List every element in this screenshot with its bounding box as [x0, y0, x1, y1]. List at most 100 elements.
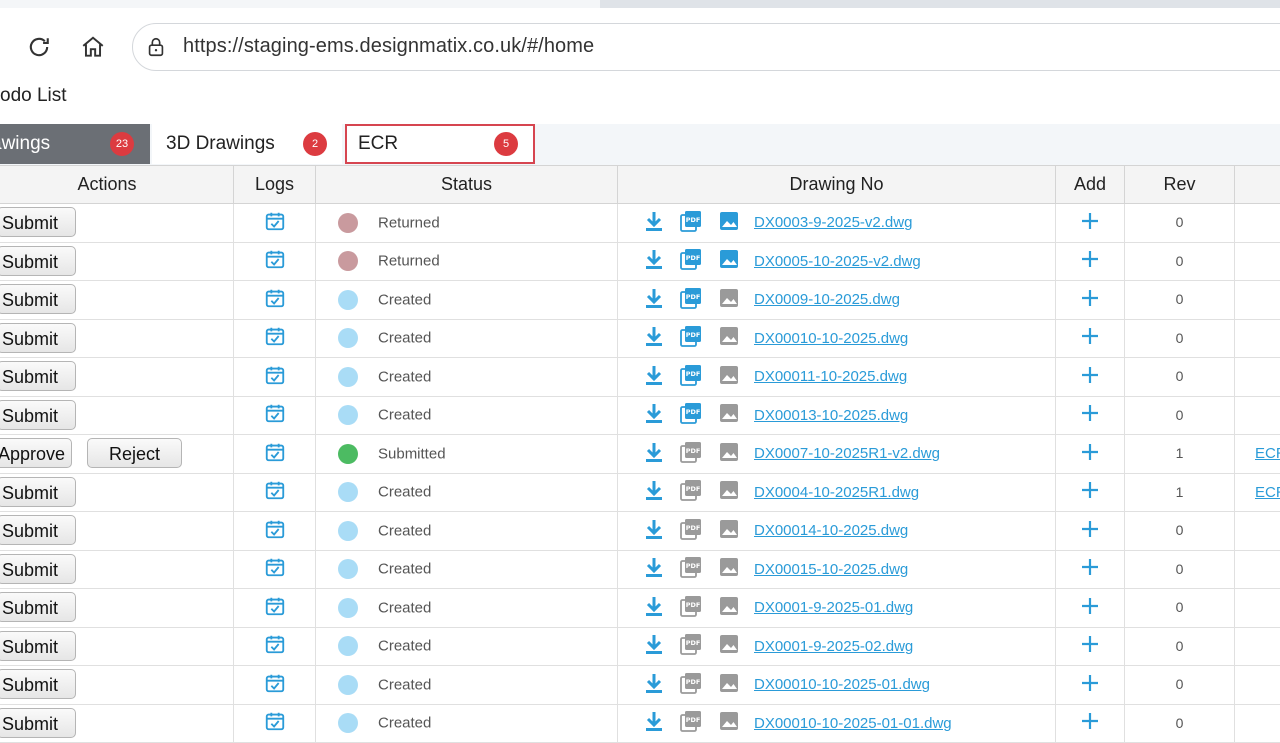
drawing-link[interactable]: DX00010-10-2025-01.dwg	[754, 676, 930, 693]
ecr-link[interactable]: ECR	[1255, 445, 1280, 462]
submit-button[interactable]: Submit	[0, 631, 76, 661]
pdf-icon[interactable]: PDF	[680, 633, 702, 659]
calendar-check-icon[interactable]	[264, 325, 286, 351]
column-header-actions[interactable]: Actions	[0, 166, 234, 204]
add-icon[interactable]	[1081, 712, 1099, 734]
image-icon[interactable]	[718, 441, 740, 467]
calendar-check-icon[interactable]	[264, 479, 286, 505]
calendar-check-icon[interactable]	[264, 518, 286, 544]
download-icon[interactable]	[644, 710, 664, 736]
pdf-icon[interactable]: PDF	[680, 441, 702, 467]
pdf-icon[interactable]: PDF	[680, 595, 702, 621]
add-icon[interactable]	[1081, 481, 1099, 503]
drawing-link[interactable]: DX0001-9-2025-01.dwg	[754, 599, 913, 616]
image-icon[interactable]	[718, 710, 740, 736]
submit-button[interactable]: Submit	[0, 708, 76, 738]
image-icon[interactable]	[718, 248, 740, 274]
pdf-icon[interactable]: PDF	[680, 518, 702, 544]
drawing-link[interactable]: DX00010-10-2025.dwg	[754, 330, 908, 347]
add-icon[interactable]	[1081, 674, 1099, 696]
pdf-icon[interactable]: PDF	[680, 710, 702, 736]
download-icon[interactable]	[644, 402, 664, 428]
submit-button[interactable]: Submit	[0, 361, 76, 391]
pdf-icon[interactable]: PDF	[680, 210, 702, 236]
add-icon[interactable]	[1081, 250, 1099, 272]
pdf-icon[interactable]: PDF	[680, 364, 702, 390]
pdf-icon[interactable]: PDF	[680, 556, 702, 582]
drawing-link[interactable]: DX0004-10-2025R1.dwg	[754, 484, 919, 501]
image-icon[interactable]	[718, 672, 740, 698]
submit-button[interactable]: Submit	[0, 669, 76, 699]
download-icon[interactable]	[644, 364, 664, 390]
download-icon[interactable]	[644, 518, 664, 544]
image-icon[interactable]	[718, 479, 740, 505]
calendar-check-icon[interactable]	[264, 287, 286, 313]
submit-button[interactable]: Submit	[0, 400, 76, 430]
image-icon[interactable]	[718, 210, 740, 236]
calendar-check-icon[interactable]	[264, 710, 286, 736]
download-icon[interactable]	[644, 248, 664, 274]
submit-button[interactable]: Submit	[0, 207, 76, 237]
column-header-logs[interactable]: Logs	[234, 166, 316, 204]
add-icon[interactable]	[1081, 404, 1099, 426]
image-icon[interactable]	[718, 325, 740, 351]
download-icon[interactable]	[644, 210, 664, 236]
ecr-link[interactable]: ECR	[1255, 484, 1280, 501]
image-icon[interactable]	[718, 595, 740, 621]
column-header-status[interactable]: Status	[316, 166, 618, 204]
download-icon[interactable]	[644, 672, 664, 698]
drawing-link[interactable]: DX00015-10-2025.dwg	[754, 561, 908, 578]
download-icon[interactable]	[644, 287, 664, 313]
submit-button[interactable]: Submit	[0, 592, 76, 622]
column-header-drawing-no[interactable]: Drawing No	[618, 166, 1056, 204]
calendar-check-icon[interactable]	[264, 441, 286, 467]
pdf-icon[interactable]: PDF	[680, 325, 702, 351]
calendar-check-icon[interactable]	[264, 672, 286, 698]
download-icon[interactable]	[644, 556, 664, 582]
calendar-check-icon[interactable]	[264, 364, 286, 390]
download-icon[interactable]	[644, 479, 664, 505]
add-icon[interactable]	[1081, 520, 1099, 542]
add-icon[interactable]	[1081, 597, 1099, 619]
download-icon[interactable]	[644, 595, 664, 621]
submit-button[interactable]: Submit	[0, 246, 76, 276]
drawing-link[interactable]: DX0005-10-2025-v2.dwg	[754, 253, 921, 270]
lock-icon[interactable]	[145, 36, 167, 58]
column-header-rev[interactable]: Rev	[1125, 166, 1235, 204]
image-icon[interactable]	[718, 633, 740, 659]
submit-button[interactable]: Submit	[0, 323, 76, 353]
pdf-icon[interactable]: PDF	[680, 672, 702, 698]
calendar-check-icon[interactable]	[264, 402, 286, 428]
pdf-icon[interactable]: PDF	[680, 248, 702, 274]
image-icon[interactable]	[718, 518, 740, 544]
pdf-icon[interactable]: PDF	[680, 402, 702, 428]
home-button[interactable]	[76, 30, 110, 64]
url-text[interactable]: https://staging-ems.designmatix.co.uk/#/…	[183, 35, 594, 58]
calendar-check-icon[interactable]	[264, 556, 286, 582]
drawing-link[interactable]: DX00010-10-2025-01-01.dwg	[754, 715, 952, 732]
download-icon[interactable]	[644, 633, 664, 659]
drawing-link[interactable]: DX00011-10-2025.dwg	[754, 368, 907, 385]
calendar-check-icon[interactable]	[264, 210, 286, 236]
image-icon[interactable]	[718, 364, 740, 390]
calendar-check-icon[interactable]	[264, 633, 286, 659]
approve-button[interactable]: Approve	[0, 438, 72, 468]
browser-tab[interactable]	[0, 0, 600, 8]
tab-3d-drawings[interactable]: 3D Drawings 2	[152, 124, 342, 164]
add-icon[interactable]	[1081, 558, 1099, 580]
address-bar[interactable]: https://staging-ems.designmatix.co.uk/#/…	[132, 23, 1280, 71]
image-icon[interactable]	[718, 402, 740, 428]
add-icon[interactable]	[1081, 366, 1099, 388]
drawing-link[interactable]: DX0009-10-2025.dwg	[754, 291, 900, 308]
add-icon[interactable]	[1081, 289, 1099, 311]
drawing-link[interactable]: DX0007-10-2025R1-v2.dwg	[754, 445, 940, 462]
add-icon[interactable]	[1081, 443, 1099, 465]
submit-button[interactable]: Submit	[0, 477, 76, 507]
download-icon[interactable]	[644, 325, 664, 351]
pdf-icon[interactable]: PDF	[680, 287, 702, 313]
drawing-link[interactable]: DX0003-9-2025-v2.dwg	[754, 214, 912, 231]
pdf-icon[interactable]: PDF	[680, 479, 702, 505]
calendar-check-icon[interactable]	[264, 595, 286, 621]
download-icon[interactable]	[644, 441, 664, 467]
add-icon[interactable]	[1081, 327, 1099, 349]
